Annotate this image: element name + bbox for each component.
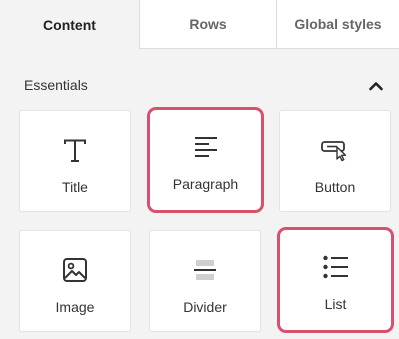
image-icon — [20, 255, 130, 285]
essentials-section-header[interactable]: Essentials — [0, 68, 399, 102]
block-paragraph[interactable]: Paragraph — [147, 107, 264, 213]
block-label: Divider — [183, 299, 227, 315]
tab-rows[interactable]: Rows — [139, 0, 276, 49]
block-label: Button — [314, 179, 356, 195]
block-button[interactable]: Button — [279, 110, 391, 212]
block-label: Title — [62, 179, 88, 195]
tab-content[interactable]: Content — [0, 0, 139, 50]
divider-icon — [150, 255, 260, 285]
block-label: Image — [55, 299, 95, 315]
block-divider[interactable]: Divider — [149, 230, 261, 332]
block-label: Paragraph — [172, 176, 239, 192]
paragraph-lines-icon — [150, 132, 261, 162]
tab-global-styles[interactable]: Global styles — [276, 0, 399, 49]
tab-bar: Content Rows Global styles — [0, 0, 399, 50]
text-t-icon — [20, 135, 130, 165]
block-image[interactable]: Image — [19, 230, 131, 332]
section-title: Essentials — [24, 77, 88, 93]
button-cursor-icon — [280, 135, 390, 165]
block-list[interactable]: List — [277, 227, 394, 333]
block-title[interactable]: Title — [19, 110, 131, 212]
bulleted-list-icon — [280, 252, 391, 282]
block-label: List — [324, 296, 347, 312]
chevron-up-icon[interactable] — [366, 78, 386, 94]
